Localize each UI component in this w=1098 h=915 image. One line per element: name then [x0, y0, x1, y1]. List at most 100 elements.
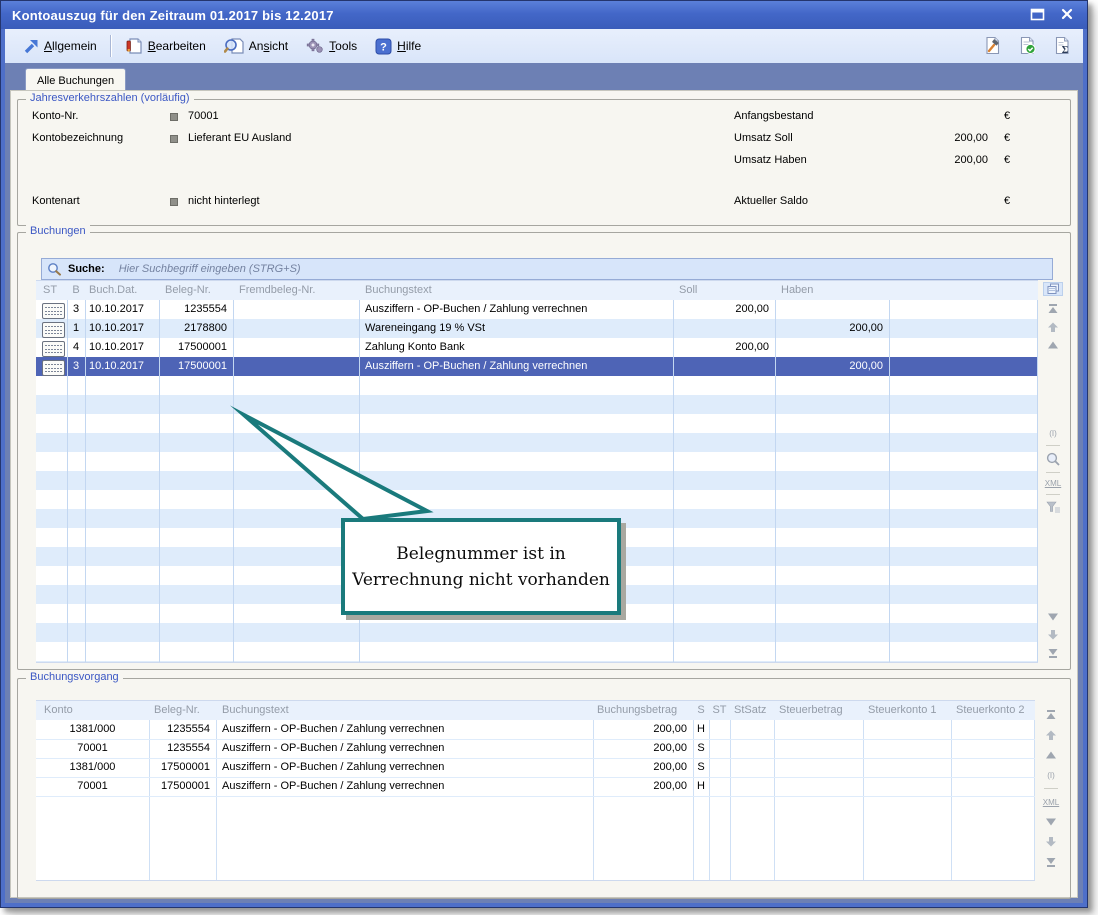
column-header-b[interactable]: B [67, 281, 85, 300]
close-button[interactable] [1058, 6, 1075, 22]
scroll-bottom-button[interactable] [1042, 855, 1060, 869]
paren-button[interactable]: (I) [1042, 768, 1060, 782]
menu-bearbeiten[interactable]: Bearbeiten [116, 33, 215, 59]
cell-steuerkonto2 [951, 720, 1035, 739]
column-header-betrag[interactable]: Buchungsbetrag [593, 701, 693, 720]
scroll-top-button[interactable] [1044, 303, 1062, 315]
cell-text: Ausziffern - OP-Buchen / Zahlung verrech… [216, 720, 593, 739]
menu-label: Bearbeiten [148, 39, 206, 53]
row-up-button[interactable] [1044, 339, 1062, 351]
table-row[interactable]: 70001 17500001 Ausziffern - OP-Buchen / … [36, 777, 1035, 796]
tab-label: Alle Buchungen [37, 75, 114, 87]
column-separator [774, 720, 775, 880]
column-header-soll[interactable]: Soll [673, 281, 775, 300]
currency-symbol: € [1004, 195, 1010, 207]
document-sigma-button[interactable]: Σ [1051, 33, 1073, 57]
field-label: Kontenart [32, 195, 80, 207]
table-row[interactable]: 1 10.10.2017 2178800 Wareneingang 19 % V… [36, 319, 1038, 338]
arrow-down-icon [1047, 629, 1059, 641]
column-header-st[interactable]: ST [36, 281, 67, 300]
currency-symbol: € [1004, 110, 1010, 122]
paren-button[interactable]: (I) [1044, 429, 1062, 439]
menu-tools[interactable]: Tools [297, 33, 366, 59]
divider [1044, 788, 1058, 789]
table-row[interactable]: 1381/000 17500001 Ausziffern - OP-Buchen… [36, 758, 1035, 777]
svg-text:Σ: Σ [1061, 45, 1068, 55]
column-header-beleg[interactable]: Beleg-Nr. [159, 281, 233, 300]
page-up-button[interactable] [1042, 728, 1060, 742]
cell-stsatz [730, 720, 774, 739]
page-up-button[interactable] [1044, 321, 1062, 333]
cell-steuerbetrag [774, 758, 863, 777]
table-row[interactable]: 70001 1235554 Ausziffern - OP-Buchen / Z… [36, 739, 1035, 758]
page-down-button[interactable] [1044, 629, 1062, 641]
scroll-bottom-icon [1047, 647, 1059, 659]
menu-label: Allgemein [44, 39, 97, 53]
divider [1046, 494, 1060, 495]
bookings-side-toolbar: (I) XML [1040, 282, 1066, 662]
restore-button[interactable] [1029, 6, 1046, 22]
tab-alle-buchungen[interactable]: Alle Buchungen [25, 68, 126, 92]
arrow-down-icon [1045, 836, 1057, 848]
column-chooser-button[interactable] [1043, 282, 1063, 296]
scroll-top-button[interactable] [1042, 708, 1060, 722]
cell-soll: 200,00 [673, 338, 775, 357]
column-header-fremdbeleg[interactable]: Fremdbeleg-Nr. [233, 281, 359, 300]
scroll-bottom-icon [1045, 856, 1057, 868]
column-separator [216, 720, 217, 880]
column-separator [673, 300, 674, 662]
column-header-steuerbetrag[interactable]: Steuerbetrag [774, 701, 863, 720]
xml-button[interactable]: XML [1044, 478, 1062, 488]
row-up-button[interactable] [1042, 748, 1060, 762]
column-header-extra [889, 281, 1038, 300]
workspace: Alle Buchungen Jahresverkehrszahlen (vor… [5, 63, 1083, 903]
column-header-steuerkonto2[interactable]: Steuerkonto 2 [951, 701, 1035, 720]
cell-date: 10.10.2017 [85, 300, 159, 319]
cell-text: Wareneingang 19 % VSt [359, 319, 673, 338]
column-header-konto[interactable]: Konto [36, 701, 149, 720]
menu-allgemein[interactable]: Allgemein [13, 33, 106, 59]
search-input[interactable]: Suche: Hier Suchbegriff eingeben (STRG+S… [41, 258, 1053, 280]
table-row-selected[interactable]: 3 10.10.2017 17500001 Ausziffern - OP-Bu… [36, 357, 1038, 376]
filter-button[interactable] [1044, 501, 1062, 513]
document-sigma-icon: Σ [1053, 36, 1072, 55]
triangle-up-icon [1047, 339, 1059, 351]
record-icon [42, 341, 65, 357]
column-header-steuerkonto1[interactable]: Steuerkonto 1 [863, 701, 951, 720]
table-row[interactable]: 1381/000 1235554 Ausziffern - OP-Buchen … [36, 720, 1035, 739]
cell-text: Ausziffern - OP-Buchen / Zahlung verrech… [216, 777, 593, 796]
document-hammer-button[interactable] [981, 33, 1003, 57]
cell-haben: 200,00 [775, 319, 889, 338]
column-header-stsatz[interactable]: StSatz [730, 701, 774, 720]
search-label: Suche: [68, 263, 105, 275]
table-row[interactable]: 3 10.10.2017 1235554 Ausziffern - OP-Buc… [36, 300, 1038, 319]
cell-betrag: 200,00 [593, 720, 693, 739]
column-header-s[interactable]: S [693, 701, 709, 720]
xml-button[interactable]: XML [1042, 795, 1060, 809]
scroll-top-icon [1047, 303, 1059, 315]
summary-title: Jahresverkehrszahlen (vorläufig) [26, 92, 194, 104]
menu-ansicht[interactable]: Ansicht [215, 33, 297, 59]
column-header-st[interactable]: ST [709, 701, 730, 720]
field-label: Aktueller Saldo [734, 195, 808, 207]
row-down-button[interactable] [1042, 815, 1060, 829]
cell-st [709, 758, 730, 777]
row-down-button[interactable] [1044, 611, 1062, 623]
title-bar[interactable]: Kontoauszug für den Zeitraum 01.2017 bis… [1, 1, 1087, 29]
column-header-beleg[interactable]: Beleg-Nr. [149, 701, 216, 720]
zoom-row-button[interactable] [1044, 452, 1062, 466]
menu-hilfe[interactable]: ? Hilfe [366, 33, 430, 59]
window-title: Kontoauszug für den Zeitraum 01.2017 bis… [1, 8, 334, 23]
column-header-haben[interactable]: Haben [775, 281, 889, 300]
cell-soll: 200,00 [673, 300, 775, 319]
scroll-bottom-button[interactable] [1044, 647, 1062, 659]
table-row[interactable]: 4 10.10.2017 17500001 Zahlung Konto Bank… [36, 338, 1038, 357]
bullet-icon [170, 135, 178, 143]
column-header-text[interactable]: Buchungstext [359, 281, 673, 300]
page-down-button[interactable] [1042, 835, 1060, 849]
column-header-date[interactable]: Buch.Dat. [85, 281, 159, 300]
gears-icon [306, 37, 324, 55]
magnifier-icon [1046, 452, 1060, 466]
column-header-text[interactable]: Buchungstext [216, 701, 593, 720]
document-check-button[interactable] [1016, 33, 1038, 57]
